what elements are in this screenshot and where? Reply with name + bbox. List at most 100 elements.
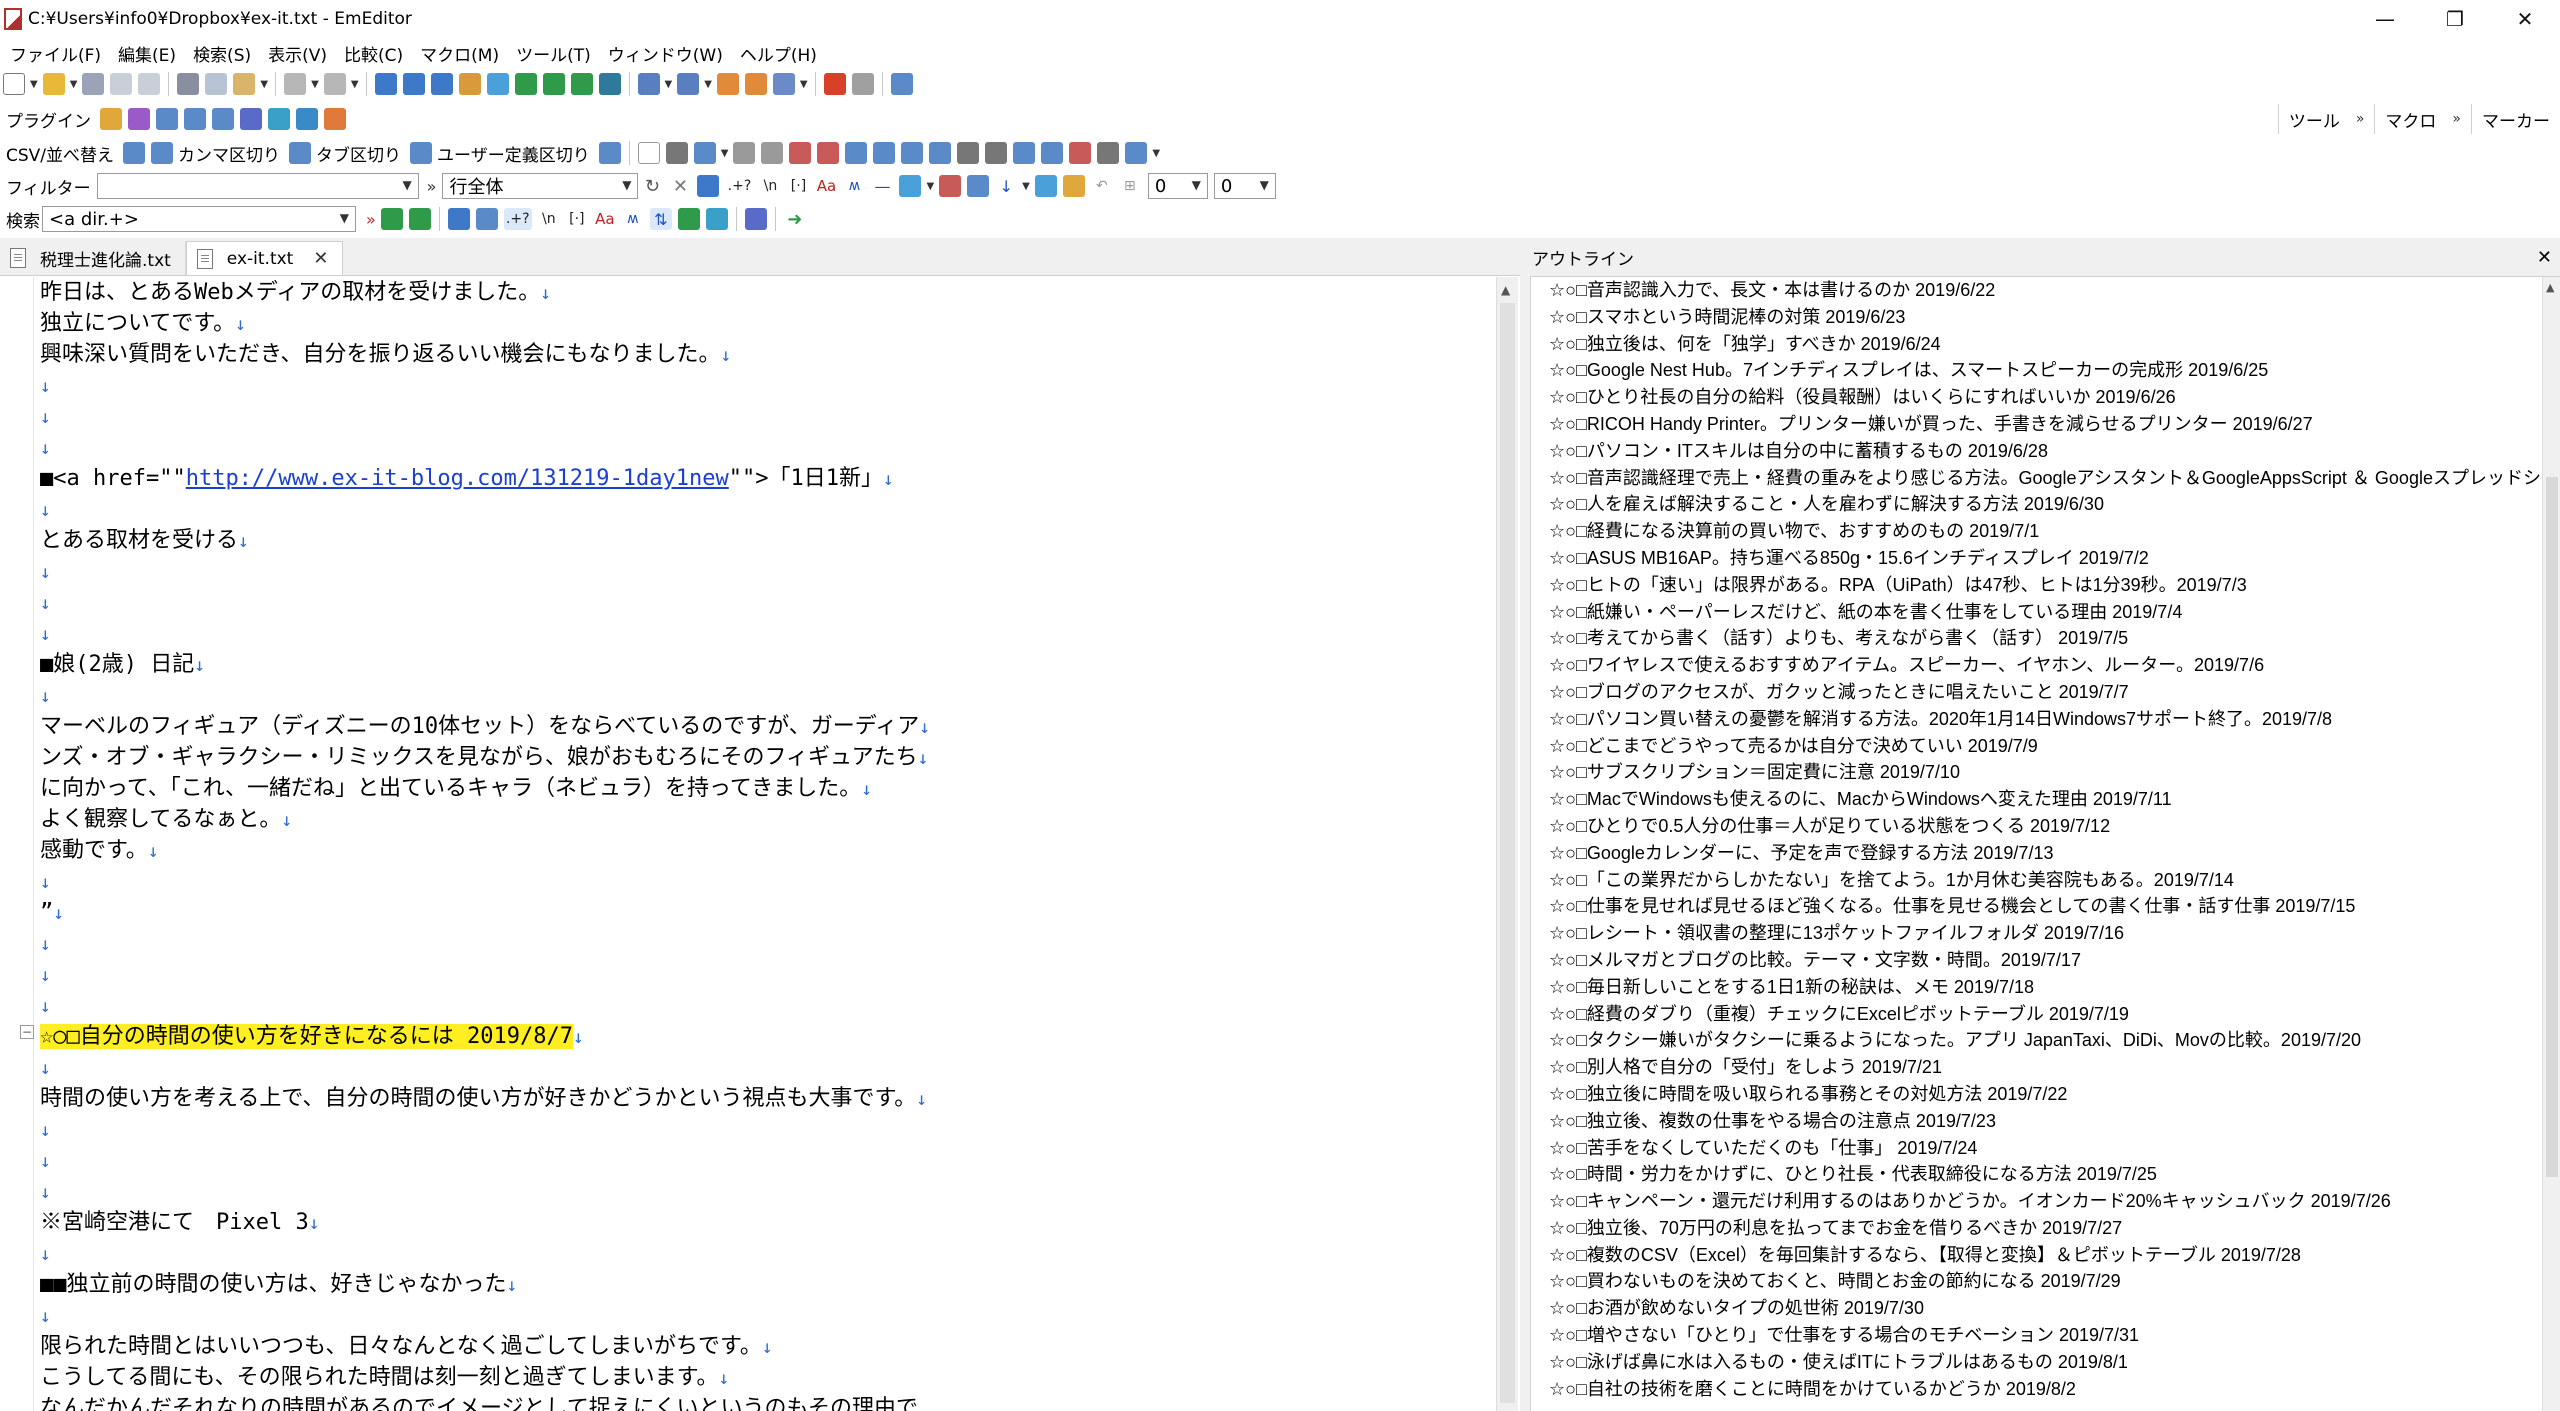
lock-icon[interactable] [1062, 175, 1085, 197]
chevron-right-icon[interactable]: » [2452, 111, 2461, 127]
counter-icon[interactable]: ⊞ [1119, 175, 1141, 197]
search-list-icon[interactable] [705, 208, 728, 230]
plugin-projects-icon[interactable] [212, 108, 234, 130]
csv-tab-label[interactable]: タブ区切り [316, 141, 401, 166]
plugin-outline-icon[interactable] [156, 108, 178, 130]
minimize-button[interactable]: — [2350, 0, 2420, 38]
editor-line[interactable]: ■■独立前の時間の使い方は、好きじゃなかった↓ [40, 1269, 1480, 1300]
outline-item[interactable]: ☆○□複数のCSV（Excel）を毎回集計するなら、【取得と変換】＆ピボットテー… [1549, 1242, 2549, 1269]
search-whole-word-icon[interactable]: [·] [566, 208, 588, 230]
outline-item[interactable]: ☆○□音声認識入力で、長文・本は書けるのか 2019/6/22 [1549, 277, 2549, 304]
filter-input[interactable]: ▼ [96, 173, 419, 199]
outline-item[interactable]: ☆○□買わないものを決めておくと、時間とお金の節約になる 2019/7/29 [1549, 1268, 2549, 1295]
copy-icon[interactable] [205, 73, 228, 95]
chevron-down-icon[interactable]: ▼ [1260, 178, 1269, 192]
plugin-wordcount-icon[interactable] [240, 108, 262, 130]
outline-item[interactable]: ☆○□パソコン買い替えの憂鬱を解消する方法。2020年1月14日Windows7… [1549, 706, 2549, 733]
menu-edit[interactable]: 編集(E) [108, 41, 183, 66]
editor-line[interactable]: こうしてる間にも、その限られた時間は刻一刻と過ぎてしまいます。↓ [40, 1362, 1480, 1393]
cut-icon[interactable] [177, 73, 200, 95]
editor-line[interactable]: ■娘(2歳) 日記↓ [40, 649, 1480, 680]
editor-vertical-scrollbar[interactable]: ▲ [1496, 277, 1518, 1411]
properties-dropdown-icon[interactable]: ▼ [800, 79, 808, 90]
outline-item[interactable]: ☆○□人を雇えば解決すること・人を雇わずに解決する方法 2019/6/30 [1549, 491, 2549, 518]
context-before-select[interactable]: 0 ▼ [1147, 173, 1208, 199]
wrap-icon[interactable] [637, 73, 660, 95]
outline-item[interactable]: ☆○□MacでWindowsも使えるのに、MacからWindowsへ変えた理由 … [1549, 786, 2549, 813]
close-button[interactable]: ✕ [2490, 0, 2560, 38]
tools-tab[interactable]: ツール » [2277, 104, 2375, 134]
editor-line[interactable]: ↓ [40, 432, 1480, 463]
close-tab-icon[interactable]: ✕ [313, 248, 328, 269]
filter-scope-select[interactable]: 行全体 ▼ [442, 173, 639, 199]
dedupe-icon[interactable] [957, 142, 980, 164]
tab-ex-it[interactable]: ex-it.txt ✕ [185, 241, 344, 275]
bookmark-icon[interactable] [514, 73, 537, 95]
crosshair-icon[interactable] [637, 142, 660, 164]
editor-line[interactable]: ※宮崎空港にて Pixel 3↓ [40, 1207, 1480, 1238]
outline-item[interactable]: ☆○□自社の技術を磨くことに時間をかけているかどうか 2019/8/2 [1549, 1376, 2549, 1403]
config-icon[interactable] [744, 73, 767, 95]
outline-item[interactable]: ☆○□増やさない「ひとり」で仕事をする場合のモチベーション 2019/7/31 [1549, 1322, 2549, 1349]
chevron-right-icon[interactable]: » [2356, 111, 2365, 127]
sort-az-icon[interactable] [789, 142, 812, 164]
scroll-thumb[interactable] [1500, 303, 1515, 1403]
filter-icon[interactable] [486, 73, 509, 95]
filter-options-icon[interactable] [899, 175, 922, 197]
outline-vertical-scrollbar[interactable]: ▲ [2542, 277, 2560, 1411]
scroll-thumb[interactable] [2546, 477, 2558, 1177]
csv-tab-icon[interactable] [289, 142, 312, 164]
editor-line[interactable]: ↓ [40, 1145, 1480, 1176]
editor-pane[interactable]: − 昨日は、とあるWebメディアの取材を受けました。↓ 独立についてです。↓ 興味深… [0, 277, 1520, 1411]
copy-results-icon[interactable] [967, 175, 990, 197]
editor-line[interactable]: ↓ [40, 370, 1480, 401]
refresh-icon[interactable]: ↻ [641, 175, 663, 197]
editor-line[interactable]: 興味深い質問をいただき、自分を振り返るいい機会にもなりました。↓ [40, 339, 1480, 370]
plugin-snippets-icon[interactable] [184, 108, 206, 130]
search-escape-icon[interactable]: \n [538, 208, 560, 230]
undo-icon[interactable] [284, 73, 307, 95]
find-in-files-icon[interactable] [458, 73, 481, 95]
join-icon[interactable] [733, 142, 756, 164]
editor-line[interactable]: ンズ・オブ・ギャラクシー・リミックスを見ながら、娘がおもむろにそのフィギュアたち… [40, 742, 1480, 773]
menu-window[interactable]: ウィンドウ(W) [598, 41, 730, 66]
csv-user-label[interactable]: ユーザー定義区切り [437, 141, 590, 166]
fuzzy-icon[interactable]: ʍ [843, 175, 865, 197]
search-next-icon[interactable] [380, 208, 403, 230]
find-prev-icon[interactable] [430, 73, 453, 95]
outline-item[interactable]: ☆○□独立後は、何を「独学」すべきか 2019/6/24 [1549, 331, 2549, 358]
outline-item[interactable]: ☆○□経費のダブり（重複）チェックにExcelピボットテーブル 2019/7/1… [1549, 1001, 2549, 1028]
outline-item[interactable]: ☆○□タクシー嫌いがタクシーに乗るようになった。アプリ JapanTaxi、Di… [1549, 1027, 2549, 1054]
wrench-icon[interactable] [665, 142, 688, 164]
new-dropdown-icon[interactable]: ▼ [30, 79, 38, 90]
filter-options-dropdown-icon[interactable]: ▼ [926, 181, 934, 192]
outline-item[interactable]: ☆○□お酒が飲めないタイプの処世術 2019/7/30 [1549, 1295, 2549, 1322]
table-view-dropdown-icon[interactable]: ▼ [1152, 148, 1160, 159]
plugin-search-icon[interactable] [268, 108, 290, 130]
outline-item[interactable]: ☆○□サブスクリプション＝固定費に注意 2019/7/10 [1549, 759, 2549, 786]
encoding-dropdown-icon[interactable]: ▼ [704, 79, 712, 90]
editor-line[interactable]: ↓ [40, 1176, 1480, 1207]
menu-search[interactable]: 検索(S) [183, 41, 258, 66]
redo-icon[interactable] [323, 73, 346, 95]
scroll-up-icon[interactable]: ▲ [2546, 281, 2554, 294]
pane-splitter[interactable] [1520, 238, 1530, 1411]
outline-item[interactable]: ☆○□別人格で自分の「受付」をしよう 2019/7/21 [1549, 1054, 2549, 1081]
outline-item[interactable]: ☆○□紙嫌い・ペーパーレスだけど、紙の本を書く仕事をしている理由 2019/7/… [1549, 599, 2549, 626]
maximize-button[interactable]: ❐ [2420, 0, 2490, 38]
csv-comma-icon[interactable] [151, 142, 174, 164]
context-after-select[interactable]: 0 ▼ [1213, 173, 1276, 199]
advanced-filter-icon[interactable] [697, 175, 720, 197]
outline-item[interactable]: ☆○□泳げば鼻に水は入るもの・使えばITにトラブルはあるもの 2019/8/1 [1549, 1349, 2549, 1376]
tools-icon[interactable] [890, 73, 913, 95]
chevron-down-icon[interactable]: ▼ [340, 211, 349, 225]
editor-line[interactable]: 独立についてです。↓ [40, 308, 1480, 339]
outline-item[interactable]: ☆○□スマホという時間泥棒の対策 2019/6/23 [1549, 304, 2549, 331]
paste-dropdown-icon[interactable]: ▼ [260, 79, 268, 90]
editor-line[interactable]: ↓ [40, 401, 1480, 432]
editor-line[interactable]: ■<a href=""http://www.ex-it-blog.com/131… [40, 463, 1480, 494]
sort-length-desc-icon[interactable] [929, 142, 952, 164]
outline-item[interactable]: ☆○□ひとりで0.5人分の仕事＝人が足りている状態をつくる 2019/7/12 [1549, 813, 2549, 840]
filter-bar-icon[interactable] [1034, 175, 1057, 197]
sort-num-asc-icon[interactable] [845, 142, 868, 164]
